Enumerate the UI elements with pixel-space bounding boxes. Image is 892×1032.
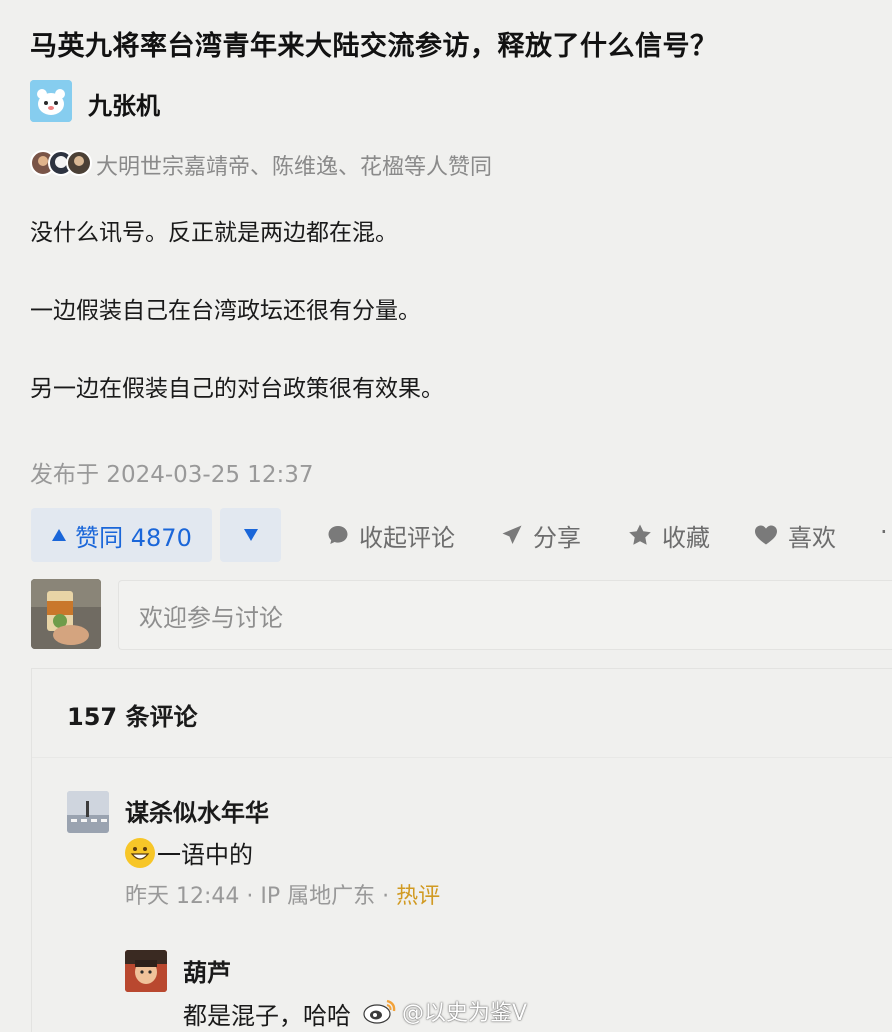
hand-holding-drink-avatar-icon (31, 579, 101, 649)
meta-separator: · (246, 884, 261, 909)
comment-count: 157 条评论 (67, 703, 198, 731)
comment-meta: 昨天 12:44 · IP 属地广东 · 热评 (125, 878, 440, 910)
meta-separator: · (382, 884, 397, 909)
publish-time: 发布于 2024-03-25 12:37 (30, 462, 314, 488)
comment-time: 昨天 12:44 (125, 884, 240, 909)
street-scene-avatar-icon (67, 791, 109, 833)
child-photo-avatar-icon (125, 950, 167, 992)
answer-paragraph: 没什么讯号。反正就是两边都在混。 (30, 220, 398, 246)
watermark: @以史为鉴V (362, 995, 527, 1027)
comment-input-placeholder: 欢迎参与讨论 (139, 603, 283, 632)
collapse-comments-label: 收起评论 (359, 523, 455, 552)
triangle-up-icon (52, 529, 67, 541)
comment-input[interactable]: 欢迎参与讨论 (118, 580, 892, 650)
upvote-label: 赞同 4870 (75, 523, 192, 552)
weibo-logo-icon (363, 999, 396, 1024)
watermark-text: @以史为鉴V (402, 1001, 528, 1026)
answer-paragraph: 一边假装自己在台湾政坛还很有分量。 (30, 298, 421, 324)
commenter-name[interactable]: 葫芦 (183, 953, 231, 988)
paper-plane-icon (502, 525, 522, 544)
upvote-button[interactable]: 赞同 4870 (31, 508, 212, 562)
favorite-label: 收藏 (662, 523, 710, 552)
voters-summary[interactable]: 大明世宗嘉靖帝、陈维逸、花楹等人赞同 (96, 149, 492, 181)
downvote-button[interactable] (220, 508, 281, 562)
author-avatar[interactable] (30, 80, 72, 122)
like-button[interactable]: 喜欢 (753, 518, 836, 552)
question-title[interactable]: 马英九将率台湾青年来大陆交流参访，释放了什么信号？ (30, 24, 718, 63)
voter-avatar-stack-icon (30, 150, 92, 176)
commenter-name[interactable]: 谋杀似水年华 (125, 793, 269, 828)
collapse-comments-button[interactable]: 收起评论 (326, 518, 455, 552)
comment-text: 一语中的 (125, 835, 253, 870)
hot-comment-badge: 热评 (396, 884, 441, 909)
commenter-avatar[interactable] (67, 791, 109, 833)
grinning-face-emoji-icon (125, 837, 155, 868)
share-button[interactable]: 分享 (500, 518, 581, 552)
heart-icon (755, 525, 777, 545)
comment-ip-location: IP 属地广东 (260, 884, 376, 909)
more-actions-button[interactable]: · (880, 518, 888, 546)
triangle-down-icon (243, 529, 258, 541)
divider (32, 757, 892, 758)
author-name[interactable]: 九张机 (88, 86, 160, 121)
comment-text-content: 一语中的 (157, 841, 253, 869)
like-label: 喜欢 (788, 523, 836, 552)
favorite-button[interactable]: 收藏 (627, 518, 710, 552)
comment-bubble-icon (328, 526, 348, 544)
share-label: 分享 (533, 523, 581, 552)
voter-avatars[interactable] (30, 150, 92, 176)
cartoon-bear-avatar-icon (30, 80, 72, 122)
answer-paragraph: 另一边在假装自己的对台政策很有效果。 (30, 376, 444, 402)
commenter-avatar[interactable] (125, 950, 167, 992)
star-icon (629, 524, 651, 545)
comment-text: 都是混子，哈哈 (183, 1002, 351, 1030)
current-user-avatar[interactable] (31, 579, 101, 649)
